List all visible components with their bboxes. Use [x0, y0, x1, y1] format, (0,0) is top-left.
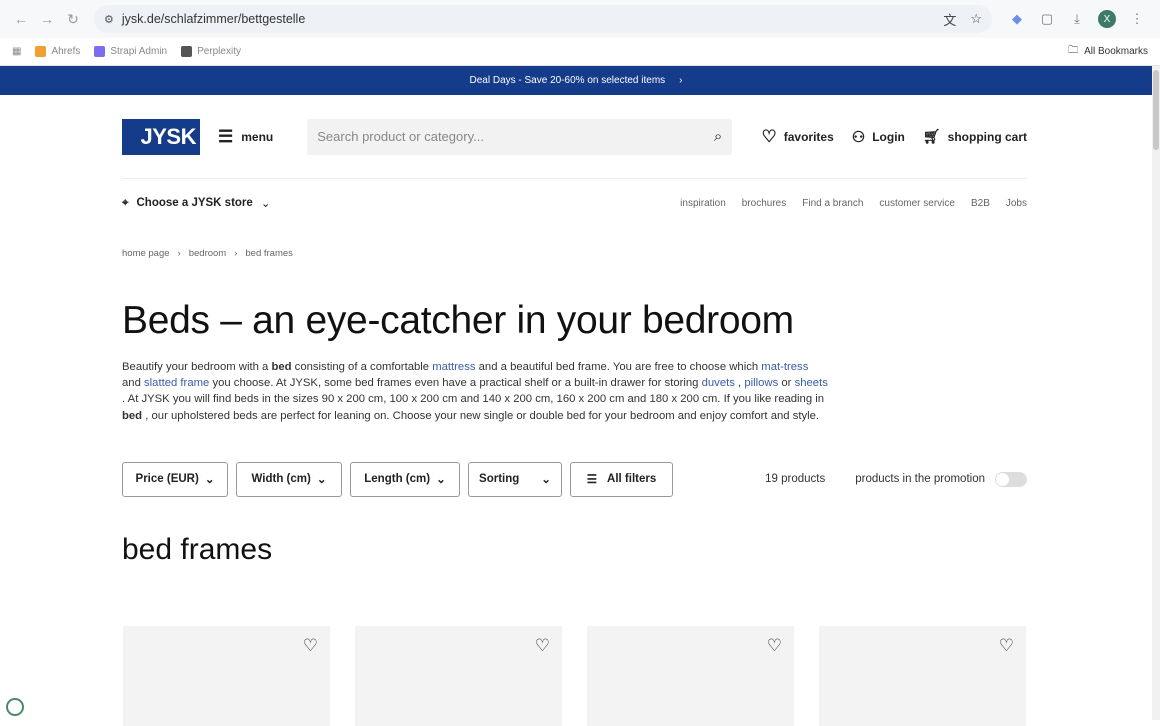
promo-banner[interactable]: Deal Days - Save 20-60% on selected item… — [0, 66, 1152, 95]
search-icon[interactable]: ⌕ — [714, 128, 722, 145]
bookmark-ahrefs[interactable]: Ahrefs — [35, 46, 80, 57]
bookmark-perplexity[interactable]: Perplexity — [181, 46, 241, 57]
breadcrumb-home[interactable]: home page — [122, 248, 170, 259]
hamburger-icon: ☰ — [218, 126, 234, 146]
all-filters-button[interactable]: ☰ All filters — [570, 461, 673, 497]
chevron-right-icon: › — [679, 75, 683, 86]
chevron-down-icon: ⌄ — [260, 198, 271, 210]
sorting-dropdown[interactable]: Sorting ⌄ — [468, 461, 562, 497]
login-link[interactable]: ⚇ Login — [852, 128, 905, 146]
address-bar[interactable]: ⚙ jysk.de/schlafzimmer/bettgestelle 文 ☆ — [94, 5, 992, 33]
price-filter[interactable]: Price (EUR) ⌄ — [122, 461, 228, 497]
product-count: 19 products — [765, 473, 826, 486]
download-icon[interactable]: ⤓ — [1062, 11, 1092, 27]
chevron-down-icon: ⌄ — [541, 474, 551, 487]
scrollbar-thumb[interactable] — [1153, 70, 1159, 150]
folder-icon: 🗀 — [1068, 45, 1079, 56]
translate-icon[interactable]: 文 — [943, 10, 956, 29]
bookmark-strapi[interactable]: Strapi Admin — [94, 46, 167, 57]
link-jobs[interactable]: Jobs — [1006, 198, 1027, 209]
link-mattress-2[interactable]: mat-tress — [761, 361, 808, 373]
chevron-down-icon: ⌄ — [316, 474, 327, 487]
all-bookmarks[interactable]: 🗀 All Bookmarks — [1068, 43, 1148, 60]
favorites-link[interactable]: ♡ favorites — [761, 127, 833, 147]
chevron-down-icon: ⌄ — [436, 474, 446, 487]
search-input[interactable]: Search product or category... ⌕ — [307, 118, 733, 155]
product-card[interactable]: ♡ — [819, 626, 1026, 726]
link-sheets[interactable]: sheets — [795, 377, 828, 389]
breadcrumb-current: bed frames — [245, 248, 293, 259]
width-filter[interactable]: Width (cm) ⌄ — [236, 461, 342, 497]
product-card[interactable]: ♡ — [587, 626, 794, 726]
location-pin-icon: ⌖ — [122, 196, 129, 209]
page-title: Beds – an eye-catcher in your bedroom — [122, 299, 794, 342]
heart-icon: ♡ — [761, 126, 777, 146]
link-find-branch[interactable]: Find a branch — [802, 198, 863, 209]
browser-chrome: ← → ↻ ⚙ jysk.de/schlafzimmer/bettgestell… — [0, 0, 1160, 66]
link-b2b[interactable]: B2B — [971, 198, 990, 209]
section-title: bed frames — [122, 532, 273, 566]
link-mattress[interactable]: mattress — [432, 361, 475, 373]
menu-button[interactable]: ☰ menu — [218, 127, 273, 147]
link-pillows[interactable]: pillows — [744, 377, 778, 389]
link-customer-service[interactable]: customer service — [879, 198, 955, 209]
avatar[interactable]: X — [1098, 10, 1116, 29]
chat-widget-icon[interactable] — [6, 698, 24, 716]
back-icon[interactable]: ← — [8, 11, 34, 27]
store-selector[interactable]: ⌖ Choose a JYSK store ⌄ — [122, 196, 271, 211]
breadcrumb-bedroom[interactable]: bedroom — [189, 248, 227, 259]
promotion-label: products in the promotion — [855, 473, 985, 486]
length-filter[interactable]: Length (cm) ⌄ — [350, 461, 460, 497]
site-header: JYSK ☰ menu Search product or category...… — [122, 95, 1027, 179]
link-slatted-frame[interactable]: slatted frame — [144, 377, 209, 389]
puzzle-icon[interactable]: ▢ — [1032, 11, 1062, 27]
site-settings-icon[interactable]: ⚙ — [104, 13, 114, 26]
reload-icon[interactable]: ↻ — [60, 11, 86, 28]
product-card[interactable]: ♡ — [355, 626, 562, 726]
extension-icon[interactable]: ◆ — [1002, 11, 1032, 27]
more-icon[interactable]: ⋮ — [1122, 11, 1152, 27]
star-icon[interactable]: ☆ — [970, 11, 982, 27]
link-brochures[interactable]: brochures — [742, 198, 786, 209]
scrollbar[interactable] — [1152, 66, 1160, 720]
cart-link[interactable]: 🛒︎ shopping cart — [923, 128, 1027, 145]
filter-icon: ☰ — [586, 474, 598, 487]
heart-icon[interactable]: ♡ — [303, 636, 318, 656]
jysk-logo[interactable]: JYSK — [122, 118, 200, 155]
breadcrumb: home page › bedroom › bed frames — [122, 248, 293, 259]
apps-icon[interactable]: ▦ — [12, 46, 21, 57]
category-description: Beautify your bedroom with a bed consist… — [122, 361, 828, 422]
chevron-down-icon: ⌄ — [204, 474, 215, 487]
promotion-toggle[interactable] — [995, 471, 1027, 487]
heart-icon[interactable]: ♡ — [999, 636, 1014, 656]
cart-icon: 🛒︎ — [922, 128, 941, 144]
promo-text: Deal Days - Save 20-60% on selected item… — [469, 75, 666, 86]
url-text: jysk.de/schlafzimmer/bettgestelle — [121, 12, 306, 26]
link-duvets[interactable]: duvets — [702, 377, 735, 389]
heart-icon[interactable]: ♡ — [535, 636, 550, 656]
forward-icon[interactable]: → — [34, 11, 60, 27]
product-card[interactable]: ♡ — [123, 626, 330, 726]
link-inspiration[interactable]: inspiration — [680, 198, 726, 209]
heart-icon[interactable]: ♡ — [767, 636, 782, 656]
user-icon: ⚇ — [851, 128, 866, 146]
